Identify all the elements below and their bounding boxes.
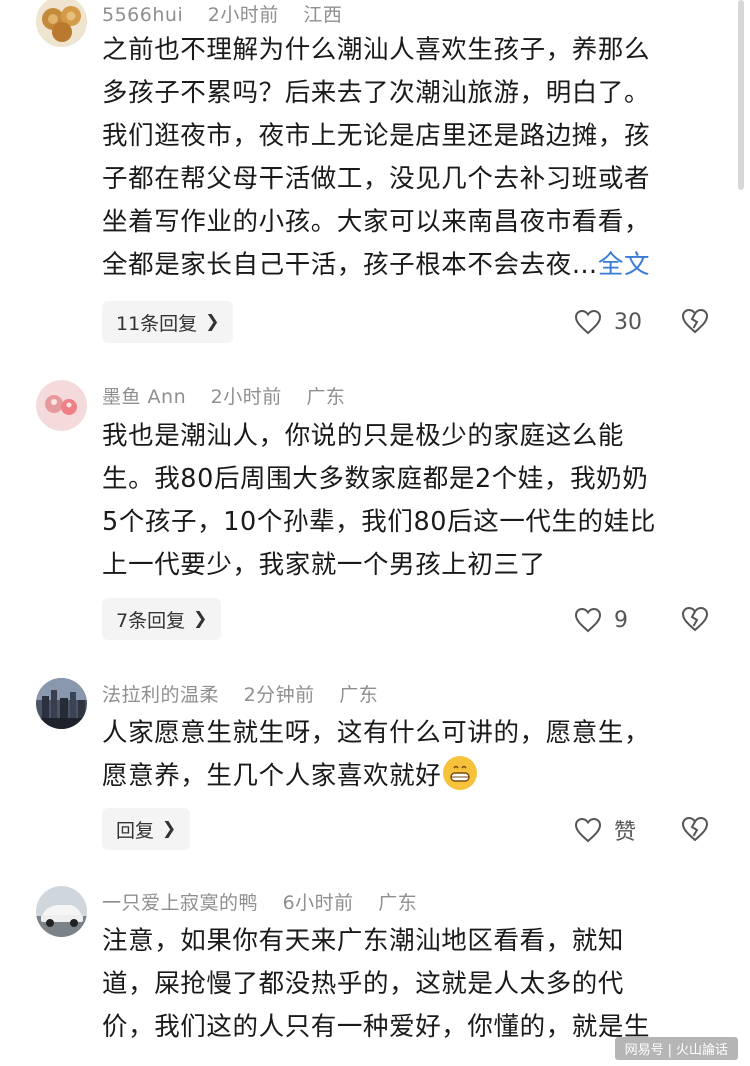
like-count: 9 bbox=[614, 607, 628, 633]
reply-label: 回复 bbox=[116, 819, 155, 842]
chevron-right-icon: ❯ bbox=[162, 819, 177, 839]
avatar[interactable] bbox=[36, 380, 87, 431]
reply-count-label: 11条回复 bbox=[116, 312, 198, 335]
username[interactable]: 法拉利的温柔 bbox=[102, 684, 219, 706]
text-line-content: 全都是家长自己干活，孩子根本不会去夜… bbox=[102, 250, 598, 280]
watermark-source: 网易号 bbox=[624, 1043, 664, 1058]
avatar[interactable] bbox=[36, 886, 87, 937]
text-line: 之前也不理解为什么潮汕人喜欢生孩子，养那么 bbox=[102, 35, 651, 65]
full-text-link[interactable]: 全文 bbox=[598, 250, 650, 280]
text-line: 人家愿意生就生呀，这有什么可讲的，愿意生， bbox=[102, 718, 651, 748]
avatar[interactable] bbox=[36, 0, 87, 47]
broken-heart-icon bbox=[681, 308, 709, 334]
text-line: 全都是家长自己干活，孩子根本不会去夜…全文 bbox=[102, 244, 714, 287]
location: 广东 bbox=[378, 892, 418, 914]
dislike-button[interactable] bbox=[681, 816, 709, 844]
text-line: 子都在帮父母干活做工，没见几个去补习班或者 bbox=[102, 164, 651, 194]
reply-count-label: 7条回复 bbox=[116, 609, 186, 632]
username[interactable]: 墨鱼 Ann bbox=[102, 386, 186, 408]
text-line: 注意，如果你有天来广东潮汕地区看看，就知 bbox=[102, 926, 625, 956]
like-button[interactable]: 30 bbox=[574, 307, 642, 337]
comment-text: 我也是潮汕人，你说的只是极少的家庭这么能 生。我80后周围大多数家庭都是2个娃，… bbox=[102, 415, 714, 587]
like-count: 赞 bbox=[614, 820, 637, 845]
location: 江西 bbox=[303, 4, 343, 26]
comment-meta: 5566hui 2小时前 江西 bbox=[102, 0, 360, 27]
broken-heart-icon bbox=[681, 816, 709, 842]
text-line: 生。我80后周围大多数家庭都是2个娃，我奶奶 bbox=[102, 464, 649, 494]
text-line: 道，屎抢慢了都没热乎的，这就是人太多的代 bbox=[102, 969, 625, 999]
chevron-right-icon: ❯ bbox=[193, 609, 208, 629]
like-button[interactable]: 赞 bbox=[574, 815, 636, 845]
heart-icon bbox=[574, 309, 602, 335]
location: 广东 bbox=[306, 386, 346, 408]
comment-meta: 一只爱上寂寞的鸭 6小时前 广东 bbox=[102, 888, 435, 915]
username[interactable]: 5566hui bbox=[102, 4, 183, 26]
comment-text: 之前也不理解为什么潮汕人喜欢生孩子，养那么 多孩子不累吗？后来去了次潮汕旅游，明… bbox=[102, 29, 714, 287]
text-line: 愿意养，生几个人家喜欢就好 bbox=[102, 755, 714, 798]
watermark-author: 火山論话 bbox=[675, 1043, 728, 1058]
comment-meta: 法拉利的温柔 2分钟前 广东 bbox=[102, 680, 396, 707]
text-line: 我也是潮汕人，你说的只是极少的家庭这么能 bbox=[102, 421, 625, 451]
text-line: 我们逛夜市，夜市上无论是店里还是路边摊，孩 bbox=[102, 121, 651, 151]
avatar[interactable] bbox=[36, 678, 87, 729]
text-line: 5个孩子，10个孙辈，我们80后这一代生的娃比 bbox=[102, 507, 656, 537]
timestamp: 2小时前 bbox=[210, 386, 282, 408]
comment-meta: 墨鱼 Ann 2小时前 广东 bbox=[102, 382, 363, 409]
chevron-right-icon: ❯ bbox=[205, 312, 220, 332]
view-replies-button[interactable]: 11条回复 ❯ bbox=[102, 301, 234, 343]
heart-icon bbox=[574, 607, 602, 633]
comment-text: 人家愿意生就生呀，这有什么可讲的，愿意生， 愿意养，生几个人家喜欢就好 bbox=[102, 712, 714, 798]
dislike-button[interactable] bbox=[681, 308, 709, 336]
text-line: 上一代要少，我家就一个男孩上初三了 bbox=[102, 550, 546, 580]
dislike-button[interactable] bbox=[681, 606, 709, 634]
like-button[interactable]: 9 bbox=[574, 605, 628, 635]
watermark: 网易号 | 火山論话 bbox=[614, 1037, 738, 1060]
comment-text: 注意，如果你有天来广东潮汕地区看看，就知 道，屎抢慢了都没热乎的，这就是人太多的… bbox=[102, 920, 714, 1049]
timestamp: 6小时前 bbox=[282, 892, 354, 914]
username[interactable]: 一只爱上寂寞的鸭 bbox=[102, 892, 258, 914]
broken-heart-icon bbox=[681, 606, 709, 632]
timestamp: 2分钟前 bbox=[243, 684, 315, 706]
text-line: 坐着写作业的小孩。大家可以来南昌夜市看看， bbox=[102, 207, 651, 237]
heart-icon bbox=[574, 817, 602, 843]
text-line: 多孩子不累吗？后来去了次潮汕旅游，明白了。 bbox=[102, 78, 651, 108]
scrollbar[interactable] bbox=[738, 0, 744, 190]
text-line-content: 愿意养，生几个人家喜欢就好 bbox=[102, 761, 442, 791]
reply-button[interactable]: 回复 ❯ bbox=[102, 808, 191, 850]
timestamp: 2小时前 bbox=[207, 4, 279, 26]
view-replies-button[interactable]: 7条回复 ❯ bbox=[102, 598, 222, 640]
location: 广东 bbox=[339, 684, 379, 706]
like-count: 30 bbox=[614, 309, 642, 335]
grinning-face-emoji-icon bbox=[443, 756, 478, 790]
